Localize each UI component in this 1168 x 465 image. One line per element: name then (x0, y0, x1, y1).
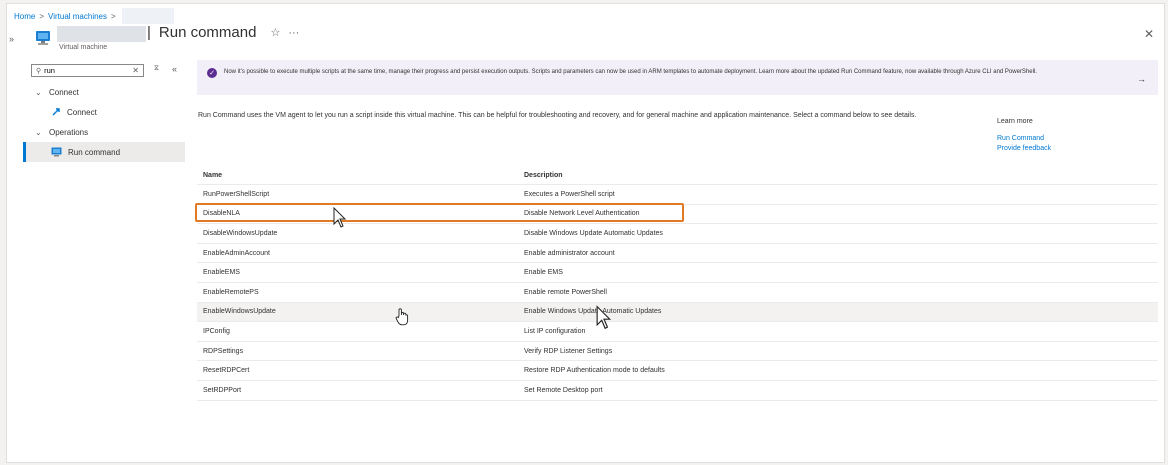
search-field[interactable] (44, 66, 133, 75)
table-row[interactable]: RunPowerShellScript Executes a PowerShell… (197, 185, 1158, 205)
star-icon[interactable]: ☆ (270, 26, 280, 39)
resource-type-label: Virtual machine (59, 44, 108, 51)
sidebar-item-run-command[interactable]: Run command (23, 142, 185, 162)
filter-icon[interactable]: ⧖ (154, 65, 159, 73)
row-name: RunPowerShellScript (203, 190, 270, 198)
search-icon: ⚲ (36, 67, 42, 75)
link-provide-feedback[interactable]: Provide feedback (997, 144, 1051, 154)
mouse-pointer-icon (333, 207, 347, 228)
run-command-icon (51, 147, 62, 157)
row-description: Enable administrator account (524, 249, 615, 257)
close-icon[interactable]: ✕ (1144, 27, 1154, 41)
nav-group-label: Connect (49, 87, 79, 97)
row-description: Enable remote PowerShell (524, 288, 607, 296)
row-name: IPConfig (203, 327, 230, 335)
more-icon[interactable]: ··· (288, 27, 299, 39)
hand-pointer-icon (395, 308, 409, 326)
row-name: ResetRDPCert (203, 367, 250, 375)
learn-more-heading: Learn more (997, 118, 1033, 125)
vm-name-redacted (57, 26, 146, 42)
row-description: Enable EMS (524, 269, 563, 277)
row-name: EnableWindowsUpdate (203, 308, 276, 316)
row-name: SetRDPPort (203, 386, 242, 394)
table-row[interactable]: RDPSettings Verify RDP Listener Settings (197, 342, 1158, 362)
info-icon: ✓ (207, 68, 217, 78)
column-header-name[interactable]: Name (197, 172, 524, 179)
breadcrumb: Home > Virtual machines > (14, 8, 174, 24)
breadcrumb-redacted (121, 8, 174, 24)
virtual-machine-icon (36, 31, 50, 45)
row-description: List IP configuration (524, 327, 586, 335)
row-description: Restore RDP Authentication mode to defau… (524, 367, 665, 375)
table-row[interactable]: SetRDPPort Set Remote Desktop port (197, 381, 1158, 401)
nav-group-label: Operations (49, 127, 89, 137)
expand-menu-icon[interactable]: » (9, 34, 14, 44)
resource-menu: ⌄ Connect Connect ⌄ Operations Run comma… (23, 82, 185, 162)
row-description: Executes a PowerShell script (524, 190, 615, 198)
chevron-right-icon: > (39, 11, 45, 21)
page-description: Run Command uses the VM agent to let you… (198, 112, 917, 119)
row-description: Verify RDP Listener Settings (524, 347, 613, 355)
table-header: Name Description (197, 166, 1158, 185)
row-name: RDPSettings (203, 347, 244, 355)
banner-text: Now it's possible to execute multiple sc… (224, 69, 1037, 75)
table-row[interactable]: EnableEMS Enable EMS (197, 263, 1158, 283)
link-run-command[interactable]: Run Command (997, 134, 1051, 144)
connect-icon (52, 108, 60, 116)
row-name: EnableRemotePS (203, 288, 259, 296)
collapse-icon[interactable]: « (172, 64, 177, 74)
clear-icon[interactable]: ✕ (132, 66, 139, 75)
breadcrumb-virtual-machines[interactable]: Virtual machines (48, 12, 107, 21)
sidebar-item-label: Connect (67, 107, 97, 117)
commands-table: Name Description RunPowerShellScript Exec… (197, 166, 1158, 401)
row-description: Set Remote Desktop port (524, 386, 603, 394)
info-banner: ✓ Now it's possible to execute multiple … (197, 60, 1158, 95)
row-name: EnableAdminAccount (203, 249, 270, 257)
nav-group-connect[interactable]: ⌄ Connect (23, 82, 185, 102)
chevron-down-icon: ⌄ (35, 87, 42, 97)
arrow-right-icon[interactable]: → (1137, 74, 1146, 84)
table-row[interactable]: IPConfig List IP configuration (197, 322, 1158, 342)
column-header-description[interactable]: Description (524, 172, 1158, 179)
nav-group-operations[interactable]: ⌄ Operations (23, 122, 185, 142)
learn-more-panel: Learn more Run Command Provide feedback (997, 118, 1051, 154)
selected-row-highlight (195, 203, 684, 222)
table-row[interactable]: ResetRDPCert Restore RDP Authentication m… (197, 361, 1158, 381)
row-name: EnableEMS (203, 269, 240, 277)
table-row[interactable]: EnableRemotePS Enable remote PowerShell (197, 283, 1158, 303)
search-input[interactable]: ⚲ ✕ (31, 64, 144, 77)
title-separator: | (147, 24, 151, 41)
row-description: Disable Windows Update Automatic Updates (524, 229, 663, 237)
page-title-text: Run command (158, 24, 257, 41)
table-row[interactable]: EnableAdminAccount Enable administrator a… (197, 244, 1158, 264)
sidebar-item-label: Run command (68, 147, 121, 157)
row-description: Enable Windows Update Automatic Updates (524, 308, 662, 316)
chevron-down-icon: ⌄ (35, 127, 42, 137)
page-title: | Run command ☆ ··· (147, 24, 299, 41)
table-row[interactable]: EnableWindowsUpdate Enable Windows Update… (197, 302, 1158, 323)
breadcrumb-home[interactable]: Home (14, 12, 35, 21)
mouse-pointer-icon (596, 305, 612, 330)
row-name: DisableWindowsUpdate (203, 229, 278, 237)
sidebar-item-connect[interactable]: Connect (23, 102, 185, 122)
chevron-right-icon: > (111, 11, 116, 21)
